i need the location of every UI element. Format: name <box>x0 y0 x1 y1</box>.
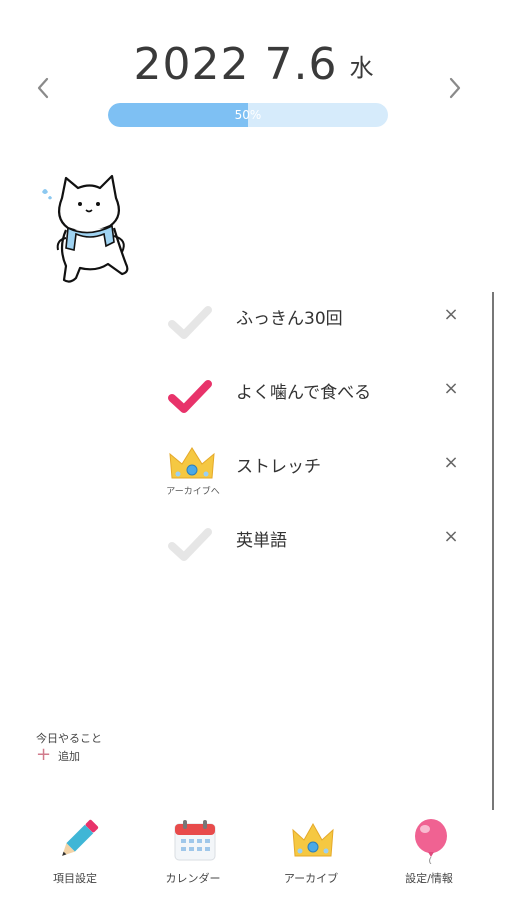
tab-label: カレンダー <box>165 872 221 885</box>
weekday-text: 水 <box>349 54 374 82</box>
prev-day-button[interactable] <box>28 70 58 106</box>
delete-task-button[interactable]: × <box>440 526 462 548</box>
progress-bar: 50% <box>108 103 388 127</box>
progress-label: 50% <box>234 108 262 122</box>
cat-mascot-illustration <box>42 174 129 283</box>
list-scrollbar[interactable] <box>492 292 494 810</box>
task-row: 英単語 × <box>160 514 470 578</box>
balloon-icon <box>415 819 447 864</box>
tab-label: アーカイブ <box>283 872 339 885</box>
task-label[interactable]: よく噛んで食べる <box>236 378 371 403</box>
check-checked-icon[interactable] <box>166 376 214 416</box>
plus-icon: + <box>36 744 52 765</box>
check-unchecked-icon[interactable] <box>166 302 214 342</box>
tab-archive[interactable]: アーカイブ <box>256 818 366 890</box>
tab-item-settings[interactable]: 項目設定 <box>20 818 130 890</box>
archive-crown-button[interactable]: アーカイブへ <box>160 440 224 500</box>
pencil-icon <box>62 819 99 856</box>
chevron-left-icon <box>37 77 49 99</box>
tab-settings-info[interactable]: 設定/情報 <box>374 818 484 890</box>
calendar-icon <box>174 820 216 861</box>
task-label[interactable]: 英単語 <box>236 526 287 551</box>
tab-calendar[interactable]: カレンダー <box>138 818 248 890</box>
date-text: 2022 7.6 <box>133 39 338 90</box>
archive-caption: アーカイブへ <box>166 487 220 497</box>
task-label[interactable]: ふっきん30回 <box>236 304 343 329</box>
next-day-button[interactable] <box>440 70 470 106</box>
tab-label: 項目設定 <box>53 872 97 885</box>
check-unchecked-icon[interactable] <box>166 524 214 564</box>
add-task-label: 追加 <box>58 750 80 763</box>
crown-icon <box>169 447 215 479</box>
delete-task-button[interactable]: × <box>440 452 462 474</box>
task-row: アーカイブへ ストレッチ × <box>160 440 470 504</box>
task-row: ふっきん30回 × <box>160 292 470 356</box>
delete-task-button[interactable]: × <box>440 304 462 326</box>
task-row: よく噛んで食べる × <box>160 366 470 430</box>
tab-label: 設定/情報 <box>405 872 453 885</box>
date-header: 2022 7.6 水 <box>0 38 507 92</box>
crown-icon <box>292 822 334 857</box>
delete-task-button[interactable]: × <box>440 378 462 400</box>
chevron-right-icon <box>449 77 461 99</box>
task-label[interactable]: ストレッチ <box>236 452 321 477</box>
